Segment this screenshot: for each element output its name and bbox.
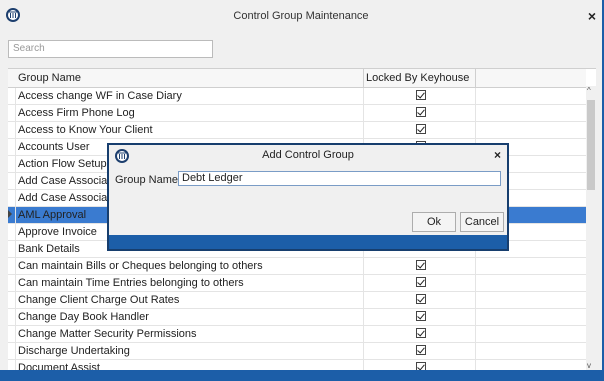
group-name-cell: AML Approval: [18, 209, 87, 221]
group-name-cell: Access to Know Your Client: [18, 124, 153, 136]
locked-checkbox[interactable]: [416, 311, 426, 321]
group-name-cell: Change Client Charge Out Rates: [18, 294, 180, 306]
dialog-title: Add Control Group: [262, 149, 354, 161]
group-name-cell: Action Flow Setup: [18, 158, 107, 170]
locked-checkbox[interactable]: [416, 328, 426, 338]
scroll-up-icon[interactable]: ^: [587, 86, 591, 95]
table-row[interactable]: Can maintain Bills or Cheques belonging …: [8, 258, 586, 275]
group-name-cell: Add Case Associate: [18, 175, 117, 187]
title-bar: Control Group Maintenance ×: [0, 0, 602, 36]
locked-checkbox[interactable]: [416, 277, 426, 287]
dialog-footer-bar: [109, 235, 507, 249]
locked-checkbox[interactable]: [416, 90, 426, 100]
group-name-cell: Bank Details: [18, 243, 80, 255]
table-row[interactable]: Access Firm Phone Log: [8, 105, 586, 122]
scroll-thumb[interactable]: [587, 100, 595, 190]
table-row[interactable]: Access to Know Your Client: [8, 122, 586, 139]
add-control-group-dialog: Add Control Group × Group Name: Debt Led…: [107, 143, 509, 251]
window-title: Control Group Maintenance: [233, 10, 369, 22]
group-name-cell: Can maintain Time Entries belonging to o…: [18, 277, 244, 289]
dialog-close-icon[interactable]: ×: [494, 148, 501, 162]
group-name-cell: Approve Invoice: [18, 226, 97, 238]
table-row[interactable]: Discharge Undertaking: [8, 343, 586, 360]
locked-checkbox[interactable]: [416, 107, 426, 117]
locked-checkbox[interactable]: [416, 260, 426, 270]
locked-checkbox[interactable]: [416, 124, 426, 134]
column-header-locked-by-keyhouse[interactable]: Locked By Keyhouse: [366, 72, 469, 84]
close-icon[interactable]: ×: [588, 8, 596, 24]
vertical-scrollbar[interactable]: ^ v: [586, 86, 596, 370]
table-row[interactable]: Can maintain Time Entries belonging to o…: [8, 275, 586, 292]
group-name-cell: Discharge Undertaking: [18, 345, 130, 357]
group-name-cell: Change Matter Security Permissions: [18, 328, 197, 340]
group-name-input[interactable]: Debt Ledger: [178, 171, 501, 186]
group-name-cell: Access Firm Phone Log: [18, 107, 135, 119]
group-name-cell: Add Case Associate: [18, 192, 117, 204]
search-input[interactable]: Search: [8, 40, 213, 58]
group-name-label: Group Name:: [115, 174, 182, 186]
dialog-title-bar: Add Control Group ×: [109, 145, 507, 167]
scroll-down-icon[interactable]: v: [587, 361, 591, 370]
grid-header: Group Name Locked By Keyhouse: [8, 69, 586, 88]
table-row[interactable]: Access change WF in Case Diary: [8, 88, 586, 105]
group-name-cell: Can maintain Bills or Cheques belonging …: [18, 260, 263, 272]
ok-button[interactable]: Ok: [412, 212, 456, 232]
group-name-cell: Access change WF in Case Diary: [18, 90, 182, 102]
group-name-cell: Accounts User: [18, 141, 90, 153]
table-row[interactable]: Change Matter Security Permissions: [8, 326, 586, 343]
locked-checkbox[interactable]: [416, 294, 426, 304]
cancel-button[interactable]: Cancel: [460, 212, 504, 232]
row-selector-icon: [8, 210, 12, 218]
group-name-cell: Change Day Book Handler: [18, 311, 149, 323]
table-row[interactable]: Change Client Charge Out Rates: [8, 292, 586, 309]
column-header-group-name[interactable]: Group Name: [18, 72, 81, 84]
table-row[interactable]: Change Day Book Handler: [8, 309, 586, 326]
window-footer-bar: [0, 370, 604, 381]
locked-checkbox[interactable]: [416, 345, 426, 355]
